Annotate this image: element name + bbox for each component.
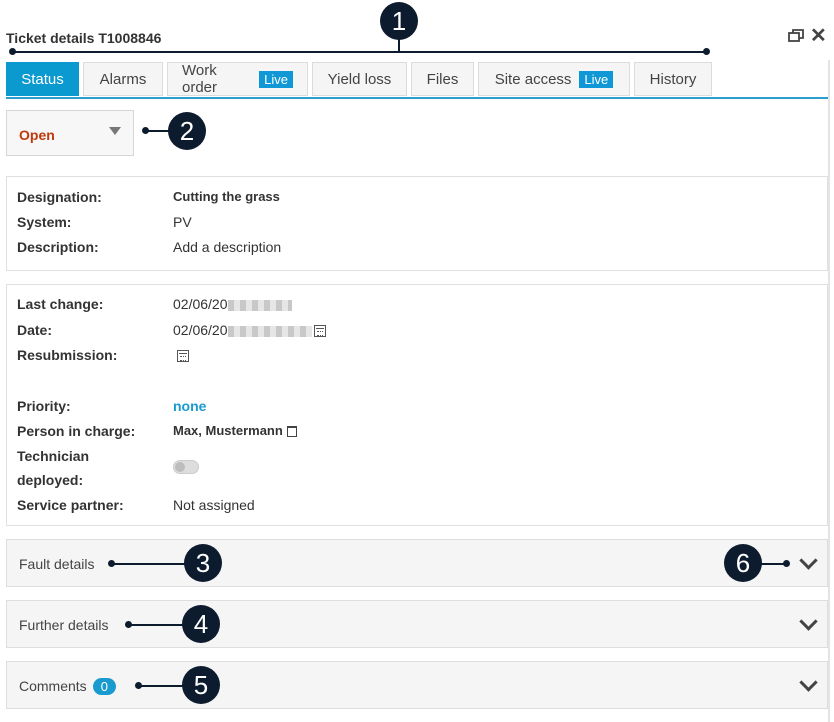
callout-5-line xyxy=(139,685,185,687)
system-value: PV xyxy=(173,214,192,230)
description-label: Description: xyxy=(17,239,99,255)
trash-icon[interactable] xyxy=(286,426,297,438)
designation-value: Cutting the grass xyxy=(173,189,280,204)
callout-5-dot xyxy=(135,682,142,689)
ticket-title: Ticket details T1008846 xyxy=(6,30,162,46)
resubmission-value xyxy=(177,347,189,363)
person-value: Max, Mustermann xyxy=(173,423,297,438)
callout-1: 1 xyxy=(380,2,418,40)
accordion-label: Comments 0 xyxy=(19,678,116,695)
chevron-down-icon[interactable] xyxy=(799,612,818,631)
tab-yield-loss[interactable]: Yield loss xyxy=(312,62,407,96)
tab-label: Yield loss xyxy=(327,70,392,88)
priority-label: Priority: xyxy=(17,398,71,414)
dropdown-arrow-icon xyxy=(109,127,121,135)
date-label: Date: xyxy=(17,322,53,338)
calendar-icon[interactable] xyxy=(177,350,189,363)
live-badge: Live xyxy=(259,70,293,88)
tab-bar: Status Alarms Work order Live Yield loss … xyxy=(6,62,712,96)
last-change-label: Last change: xyxy=(17,296,104,312)
tab-alarms[interactable]: Alarms xyxy=(83,62,163,96)
tab-work-order[interactable]: Work order Live xyxy=(167,62,308,96)
partner-label: Service partner: xyxy=(17,497,124,513)
calendar-icon[interactable] xyxy=(313,325,326,338)
description-field[interactable]: Add a description xyxy=(173,239,281,255)
date-text: 02/06/20 xyxy=(173,322,228,338)
comment-count-badge: 0 xyxy=(92,678,116,695)
accordion-label: Further details xyxy=(19,617,109,633)
tab-label: Site access xyxy=(494,70,572,88)
tab-underline xyxy=(6,97,830,99)
details-panel: Last change: 02/06/20 Date: 02/06/20 Res… xyxy=(6,284,828,526)
restore-window-icon[interactable] xyxy=(788,28,804,44)
technician-toggle[interactable] xyxy=(173,460,199,474)
callout-3-line xyxy=(112,563,186,565)
callout-4: 4 xyxy=(182,605,220,643)
chevron-down-icon[interactable] xyxy=(799,673,818,692)
comments-accordion[interactable]: Comments 0 xyxy=(6,661,828,709)
callout-5: 5 xyxy=(182,666,220,704)
callout-2-dot xyxy=(142,127,149,134)
tab-site-access[interactable]: Site access Live xyxy=(478,62,630,96)
status-dropdown[interactable]: Open xyxy=(6,110,134,156)
tab-label: Work order xyxy=(182,62,218,96)
callout-1-line xyxy=(12,51,708,53)
priority-link[interactable]: none xyxy=(173,398,206,414)
status-value: Open xyxy=(19,127,55,143)
live-badge: Live xyxy=(579,70,614,88)
tab-label: Status xyxy=(21,70,64,88)
redacted-time xyxy=(227,325,312,337)
technician-label-line1: Technician xyxy=(17,448,90,464)
last-change-value: 02/06/20 xyxy=(173,296,292,312)
callout-6: 6 xyxy=(724,544,762,582)
info-panel: Designation: Cutting the grass System: P… xyxy=(6,176,828,271)
callout-4-line xyxy=(129,624,185,626)
last-change-date: 02/06/20 xyxy=(173,296,228,312)
callout-1-dot-left xyxy=(9,48,16,55)
date-value: 02/06/20 xyxy=(173,322,326,338)
callout-3: 3 xyxy=(184,544,222,582)
callout-3-dot xyxy=(108,560,115,567)
partner-value: Not assigned xyxy=(173,497,255,513)
callout-6-dot xyxy=(783,560,790,567)
redacted-time xyxy=(227,299,292,311)
technician-label-line2: deployed: xyxy=(17,472,84,488)
chevron-down-icon[interactable] xyxy=(799,551,818,570)
system-label: System: xyxy=(17,214,72,230)
window-controls: ✕ xyxy=(788,26,827,46)
designation-label: Designation: xyxy=(17,189,102,205)
scrollbar-track[interactable] xyxy=(828,60,830,722)
tab-history[interactable]: History xyxy=(634,62,712,96)
tab-label: History xyxy=(649,70,697,88)
person-label: Person in charge: xyxy=(17,423,136,439)
tab-files[interactable]: Files xyxy=(411,62,474,96)
callout-2: 2 xyxy=(168,112,206,150)
tab-status[interactable]: Status xyxy=(6,62,79,96)
close-icon[interactable]: ✕ xyxy=(810,26,827,46)
callout-1-dot-right xyxy=(703,48,710,55)
comments-label: Comments xyxy=(19,678,87,694)
resubmission-label: Resubmission: xyxy=(17,347,118,363)
accordion-label: Fault details xyxy=(19,556,95,572)
person-name: Max, Mustermann xyxy=(173,423,283,438)
callout-4-dot xyxy=(125,621,132,628)
tab-label: Alarms xyxy=(99,70,147,88)
tab-label: Files xyxy=(426,70,459,88)
